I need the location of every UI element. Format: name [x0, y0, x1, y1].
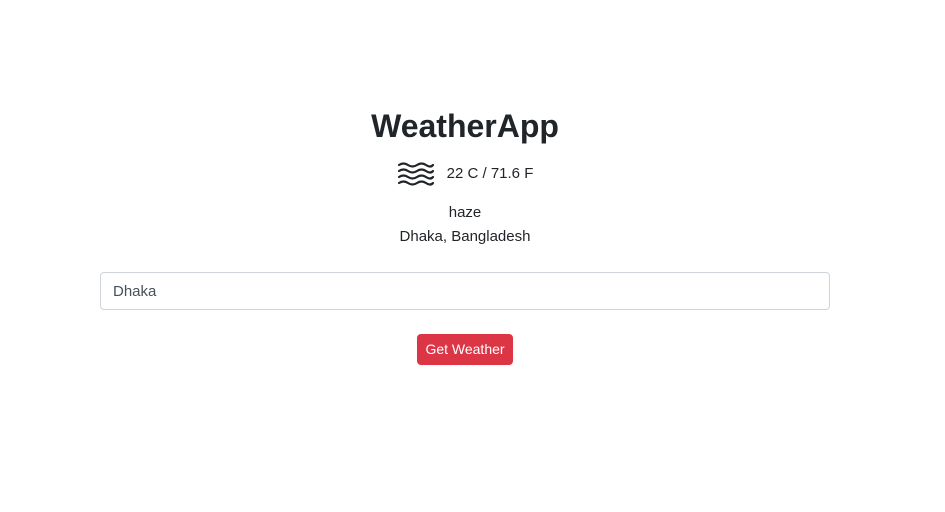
weather-app-page: WeatherApp 22 C / 71.6 F haze Dhaka, Ban… — [0, 0, 945, 512]
app-title: WeatherApp — [371, 108, 559, 144]
temperature-row: 22 C / 71.6 F — [0, 160, 930, 188]
city-search-input[interactable] — [100, 272, 830, 310]
get-weather-button[interactable]: Get Weather — [417, 334, 513, 365]
weather-location: Dhaka, Bangladesh — [399, 228, 531, 245]
haze-icon — [397, 162, 434, 186]
weather-description: haze — [448, 204, 482, 221]
temperature-value: 22 C / 71.6 F — [446, 165, 534, 182]
